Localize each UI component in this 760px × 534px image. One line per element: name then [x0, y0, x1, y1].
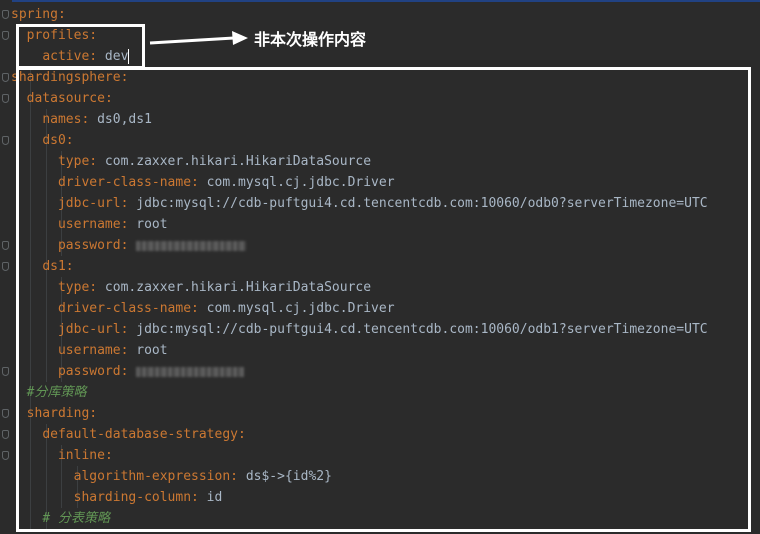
yaml-colon: : — [57, 7, 66, 22]
fold-toggle-icon[interactable] — [2, 451, 9, 460]
code-line[interactable]: spring: — [11, 4, 66, 25]
fold-toggle-icon[interactable] — [2, 430, 9, 439]
yaml-key: spring — [11, 7, 58, 22]
profiles-highlight-box — [16, 24, 145, 69]
code-editor[interactable]: spring: profiles: active: dev shardingsph… — [0, 0, 760, 534]
fold-toggle-icon[interactable] — [2, 367, 9, 376]
fold-toggle-icon[interactable] — [2, 241, 9, 250]
shardingsphere-highlight-box — [16, 67, 751, 532]
fold-toggle-icon[interactable] — [2, 10, 9, 19]
fold-toggle-icon[interactable] — [2, 94, 9, 103]
annotation-arrow-icon — [149, 31, 248, 45]
annotation-note: 非本次操作内容 — [254, 30, 367, 49]
fold-toggle-icon[interactable] — [2, 31, 9, 40]
fold-toggle-icon[interactable] — [2, 73, 9, 82]
fold-toggle-icon[interactable] — [2, 136, 9, 145]
fold-toggle-icon[interactable] — [2, 262, 9, 271]
fold-toggle-icon[interactable] — [2, 409, 9, 418]
editor-top-border — [0, 0, 760, 2]
